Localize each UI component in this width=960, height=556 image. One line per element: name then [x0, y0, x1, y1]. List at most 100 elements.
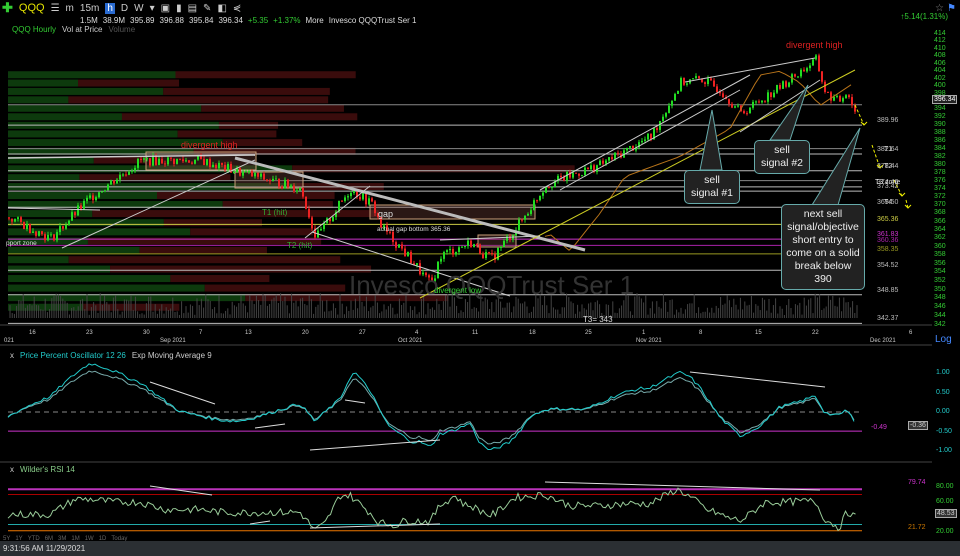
target-tag: T2 [884, 162, 893, 170]
candle [590, 165, 592, 170]
candle [89, 195, 91, 198]
vap-buy-bar [8, 256, 69, 264]
candle [341, 200, 343, 202]
price-tick: 390 [934, 120, 946, 128]
status-bar: 9:31:56 AM 11/29/2021 [0, 541, 960, 556]
candle [197, 156, 199, 160]
consolidation-box [369, 204, 536, 220]
candle [101, 191, 103, 193]
candle [299, 188, 301, 191]
candle [560, 175, 562, 178]
price-level-label: 389.96 [877, 117, 899, 125]
candle [152, 155, 154, 166]
month-label: Sep 2021 [160, 338, 186, 344]
candle [20, 217, 22, 222]
price-tick: 414 [934, 30, 946, 37]
candle [11, 218, 13, 222]
candle [110, 180, 112, 185]
candle [629, 145, 631, 148]
price-tick: 382 [934, 152, 946, 160]
candle [125, 174, 127, 176]
date-tick: 25 [585, 330, 592, 336]
candle [827, 91, 829, 93]
candle [146, 158, 148, 160]
callout-pointer [811, 127, 861, 206]
candle [287, 179, 289, 188]
price-tick: 370 [934, 201, 946, 209]
candle [371, 198, 373, 202]
candle [533, 200, 535, 211]
candle [23, 221, 25, 230]
month-label: Oct 2021 [398, 338, 423, 344]
price-tick: 388 [934, 128, 946, 136]
price-tick: 410 [934, 44, 946, 52]
candle [704, 82, 706, 85]
log-scale-toggle[interactable]: Log [935, 334, 952, 345]
candle [500, 246, 502, 248]
candle [779, 84, 781, 89]
rsi-title-bar: x Wilder's RSI 14 [10, 465, 75, 474]
candle [545, 186, 547, 193]
candle [242, 171, 244, 176]
candle [665, 112, 667, 117]
vap-buy-bar [8, 284, 205, 292]
candle [809, 65, 811, 69]
candle [650, 133, 652, 140]
date-tick: 8 [699, 330, 703, 336]
candle [566, 172, 568, 181]
price-tick: 350 [934, 285, 946, 293]
candle [245, 171, 247, 173]
price-tick: 346 [934, 303, 946, 311]
divergence-line [689, 371, 826, 388]
candle [26, 223, 28, 230]
candle [302, 188, 304, 197]
candle [80, 205, 82, 209]
candle [224, 164, 226, 170]
candle [473, 244, 475, 248]
candle [263, 173, 265, 180]
candle [761, 100, 763, 103]
candle [38, 231, 40, 236]
candle [734, 106, 736, 108]
candle [485, 252, 487, 259]
date-tick: 15 [755, 330, 762, 336]
vap-sell-bar [177, 130, 277, 138]
candle [836, 95, 838, 97]
vap-sell-bar [78, 79, 180, 87]
candle [776, 84, 778, 93]
candle [686, 83, 688, 85]
ppo-ema[interactable]: Exp Moving Average 9 [132, 351, 212, 360]
price-tick: 406 [934, 59, 946, 67]
candle [698, 76, 700, 79]
vap-buy-bar [8, 219, 164, 227]
close-rsi-icon[interactable]: x [10, 465, 14, 474]
price-tick: 354 [934, 268, 946, 276]
candle [602, 160, 604, 164]
candle [821, 71, 823, 82]
support-zone-label: pport zone [6, 240, 37, 247]
vap-buy-bar [8, 96, 69, 104]
date-tick: 6 [909, 330, 913, 336]
month-label: Dec 2021 [870, 338, 896, 344]
price-tick: 376 [934, 176, 946, 184]
candle [416, 263, 418, 266]
candle [251, 171, 253, 177]
close-ppo-icon[interactable]: x [10, 351, 14, 360]
price-tick: 392 [934, 113, 946, 121]
candle [167, 157, 169, 165]
candle [284, 179, 286, 189]
rsi-title[interactable]: Wilder's RSI 14 [20, 465, 75, 474]
rsi-lower: 21.72 [908, 524, 926, 531]
candle [470, 240, 472, 248]
ppo-title[interactable]: Price Percent Oscillator 12 26 [20, 351, 126, 360]
candle [797, 76, 799, 78]
candle [782, 81, 784, 89]
candle [401, 244, 403, 249]
candle [269, 180, 271, 182]
next-sell-callout: next sell signal/objective short entry t… [781, 204, 865, 290]
candle [641, 140, 643, 143]
candle [137, 158, 139, 168]
candle [446, 250, 448, 252]
candle [134, 167, 136, 171]
candle [758, 101, 760, 103]
